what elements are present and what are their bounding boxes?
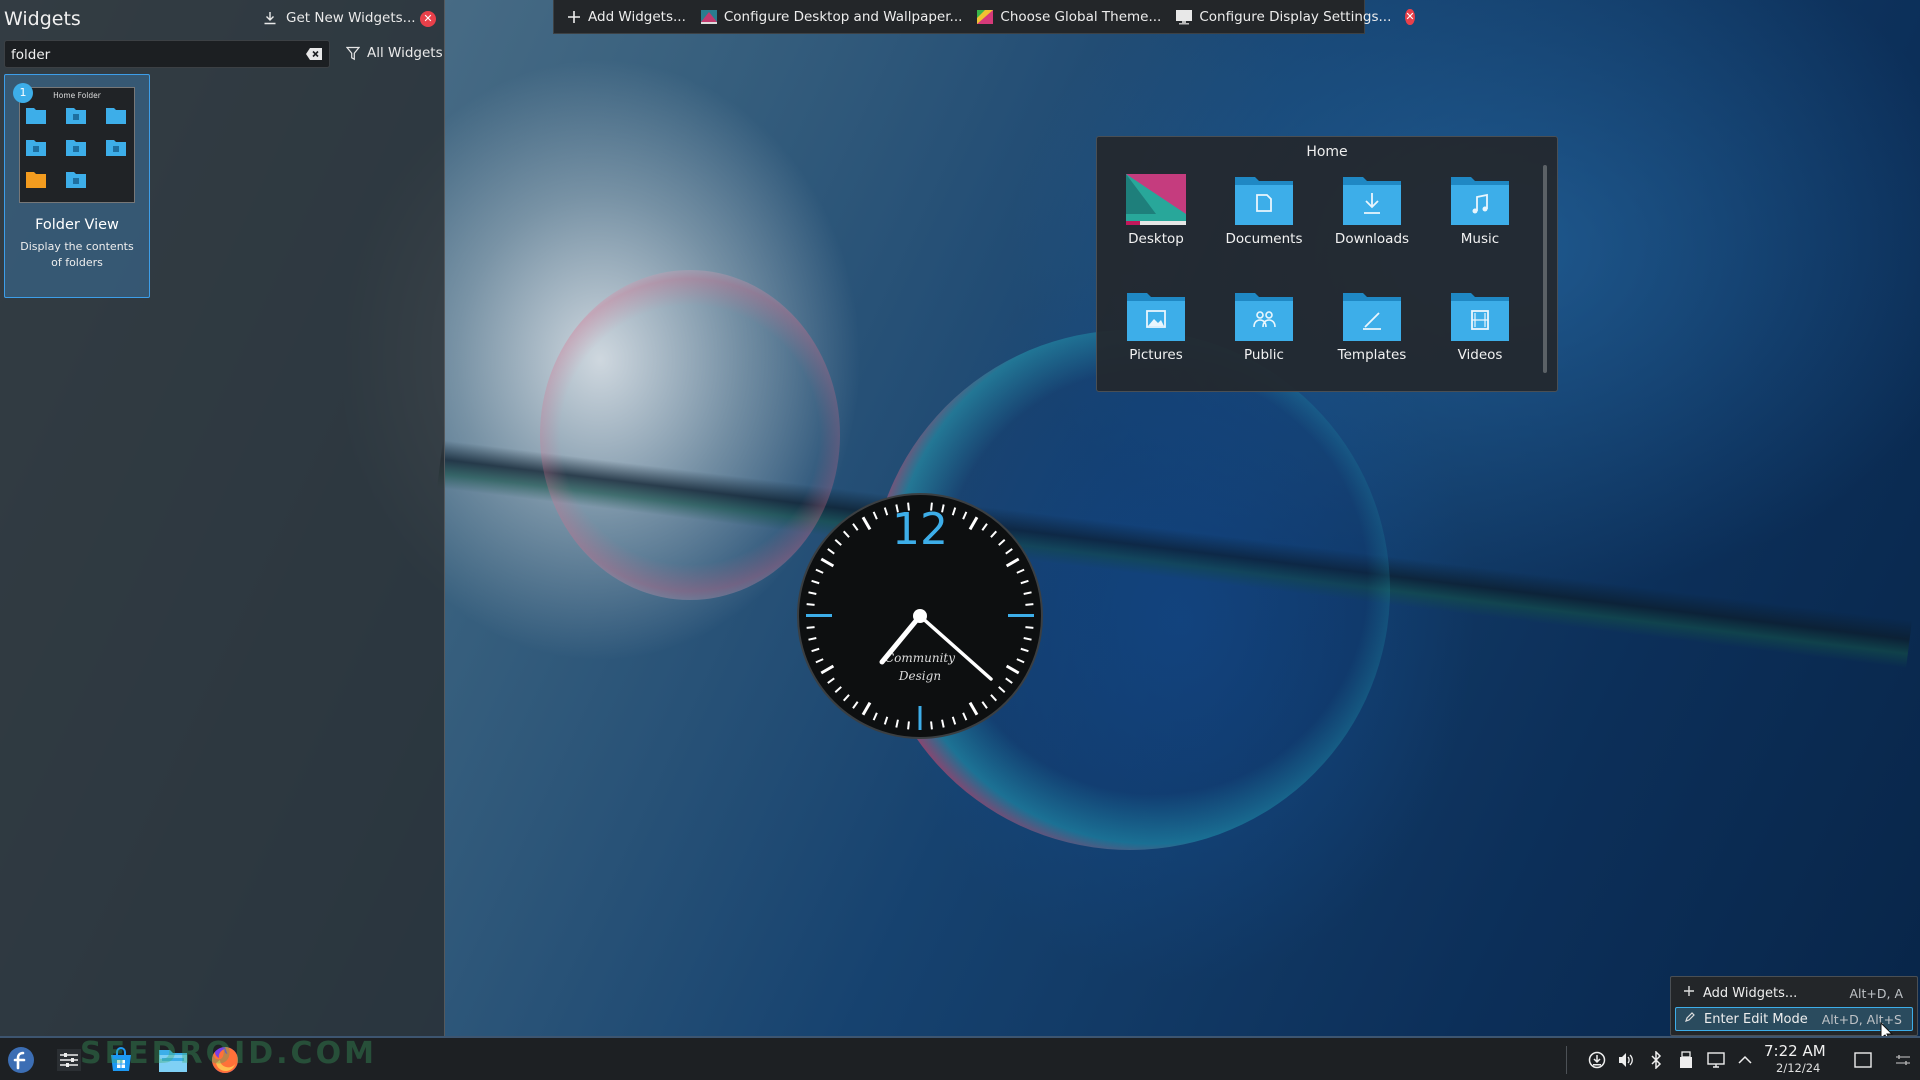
pictures-folder-icon <box>1127 293 1185 341</box>
all-widgets-filter-button[interactable]: All Widgets <box>346 45 443 61</box>
tray-separator <box>1566 1046 1567 1074</box>
widgets-panel-header: Widgets Get New Widgets... ✕ <box>4 6 444 32</box>
clock-tick <box>1025 626 1034 629</box>
folder-item-label: Public <box>1244 347 1284 363</box>
toolbar-global-theme-button[interactable]: Choose Global Theme... <box>976 9 1161 25</box>
folder-item-label: Downloads <box>1334 231 1410 247</box>
application-launcher-button[interactable] <box>4 1044 38 1076</box>
volume-tray-icon[interactable] <box>1615 1049 1637 1071</box>
clock-tick <box>1025 603 1034 606</box>
wallpaper-small-bubble <box>540 270 840 600</box>
folder-item-label: Videos <box>1457 347 1503 363</box>
documents-folder-icon <box>1235 177 1293 225</box>
theme-icon <box>977 9 994 24</box>
public-folder-icon <box>1235 293 1293 341</box>
menu-item-label: Enter Edit Mode <box>1704 1011 1808 1027</box>
folder-item-desktop[interactable]: Desktop <box>1106 173 1206 247</box>
toolbar-add-widgets-button[interactable]: Add Widgets... <box>566 9 686 25</box>
display-icon <box>1176 9 1193 24</box>
desktop-folder-icon <box>1126 174 1186 225</box>
videos-folder-icon <box>1451 293 1509 341</box>
toolbar-configure-desktop-button[interactable]: Configure Desktop and Wallpaper... <box>700 8 963 25</box>
pencil-icon <box>1680 1011 1700 1027</box>
folder-view-title: Home <box>1306 144 1348 160</box>
folder-view-scrollbar[interactable] <box>1543 165 1547 373</box>
clock-numeral-12: 12 <box>892 504 948 555</box>
folder-item-public[interactable]: Public <box>1214 289 1314 363</box>
fedora-logo-icon <box>8 1047 34 1073</box>
folder-item-label: Desktop <box>1128 231 1184 247</box>
menu-item-label: Add Widgets... <box>1703 985 1798 1001</box>
clock-tick <box>930 721 933 730</box>
downloads-folder-icon <box>1343 177 1401 225</box>
folder-item-label: Documents <box>1225 231 1303 247</box>
templates-folder-icon <box>1343 293 1401 341</box>
show-desktop-icon[interactable] <box>1852 1049 1874 1071</box>
widgets-panel-title: Widgets <box>4 8 81 30</box>
system-settings-icon <box>57 1049 81 1071</box>
taskbar-clock-time[interactable]: 7:22 AM <box>1764 1042 1826 1060</box>
analog-clock-widget[interactable]: 12 Community Design <box>796 492 1044 740</box>
plus-icon <box>1679 985 1699 1001</box>
taskbar-clock-date: 2/12/24 <box>1776 1061 1821 1075</box>
clock-tick <box>806 626 815 629</box>
widget-card-description: Display the contents of folders <box>20 240 134 269</box>
music-folder-icon <box>1451 177 1509 225</box>
network-tray-icon[interactable] <box>1705 1049 1727 1071</box>
removable-device-tray-icon[interactable] <box>1675 1049 1697 1071</box>
desktop-edit-toolbar: Add Widgets... Configure Desktop and Wal… <box>553 0 1415 34</box>
widget-card-name: Folder View <box>35 217 119 233</box>
menu-item-add-widgets[interactable]: Add Widgets... Alt+D, A <box>1675 981 1913 1005</box>
filter-icon <box>346 46 360 60</box>
folder-item-label: Pictures <box>1129 347 1183 363</box>
clock-brand-line-2: Design <box>898 669 941 683</box>
download-icon <box>264 12 276 25</box>
panel-settings-icon[interactable] <box>1892 1049 1914 1071</box>
folder-view-widget-card[interactable]: Home Folder 1 Folder View Display the co… <box>4 74 150 298</box>
clock-hour-marker-9 <box>806 614 832 617</box>
widget-search-field[interactable] <box>4 40 330 69</box>
toolbar-item-label: Configure Display Settings... <box>1199 8 1392 25</box>
get-new-widgets-button[interactable]: Get New Widgets... <box>262 10 416 26</box>
toolbar-item-label: Configure Desktop and Wallpaper... <box>723 8 963 25</box>
plus-icon <box>568 10 580 23</box>
clock-tick <box>907 721 910 730</box>
folder-item-downloads[interactable]: Downloads <box>1322 173 1422 247</box>
bluetooth-tray-icon[interactable] <box>1645 1049 1667 1071</box>
widget-preview-image: Home Folder <box>19 87 135 203</box>
folder-item-videos[interactable]: Videos <box>1430 289 1530 363</box>
menu-item-enter-edit-mode[interactable]: Enter Edit Mode Alt+D, Alt+S <box>1675 1007 1913 1031</box>
folder-item-pictures[interactable]: Pictures <box>1106 289 1206 363</box>
all-widgets-label: All Widgets <box>367 45 443 61</box>
clock-center-pin <box>913 609 927 623</box>
get-new-widgets-label: Get New Widgets... <box>286 10 416 26</box>
folder-item-music[interactable]: Music <box>1430 173 1530 247</box>
clock-hour-marker-6 <box>918 706 922 730</box>
menu-item-shortcut: Alt+D, A <box>1849 985 1903 1001</box>
toolbar-display-settings-button[interactable]: Configure Display Settings... <box>1175 9 1391 25</box>
folder-item-label: Templates <box>1337 347 1407 363</box>
clock-hour-marker-3 <box>1008 614 1034 617</box>
wallpaper-icon <box>700 9 717 24</box>
watermark-text: SEEDROID.COM <box>80 1036 377 1071</box>
folder-view-widget: Home Desktop Documents Downloads Music P… <box>1096 136 1558 392</box>
clock-tick <box>806 603 815 606</box>
close-icon[interactable]: ✕ <box>1405 8 1415 25</box>
clock-brand-line-1: Community <box>885 651 955 665</box>
toolbar-item-label: Add Widgets... <box>588 8 686 25</box>
clear-text-icon[interactable] <box>305 47 323 61</box>
updates-tray-icon[interactable] <box>1586 1049 1608 1071</box>
close-icon[interactable]: ✕ <box>420 11 436 27</box>
chevron-up-icon[interactable] <box>1734 1049 1756 1071</box>
folder-item-label: Music <box>1460 231 1500 247</box>
widget-instance-count-badge: 1 <box>13 83 33 103</box>
widget-search-input[interactable] <box>9 41 303 69</box>
folder-item-documents[interactable]: Documents <box>1214 173 1314 247</box>
folder-item-templates[interactable]: Templates <box>1322 289 1422 363</box>
toolbar-item-label: Choose Global Theme... <box>1000 8 1162 25</box>
widgets-explorer-panel: Widgets Get New Widgets... ✕ All Widgets… <box>0 0 445 1036</box>
preview-folders-graphic <box>26 108 126 188</box>
